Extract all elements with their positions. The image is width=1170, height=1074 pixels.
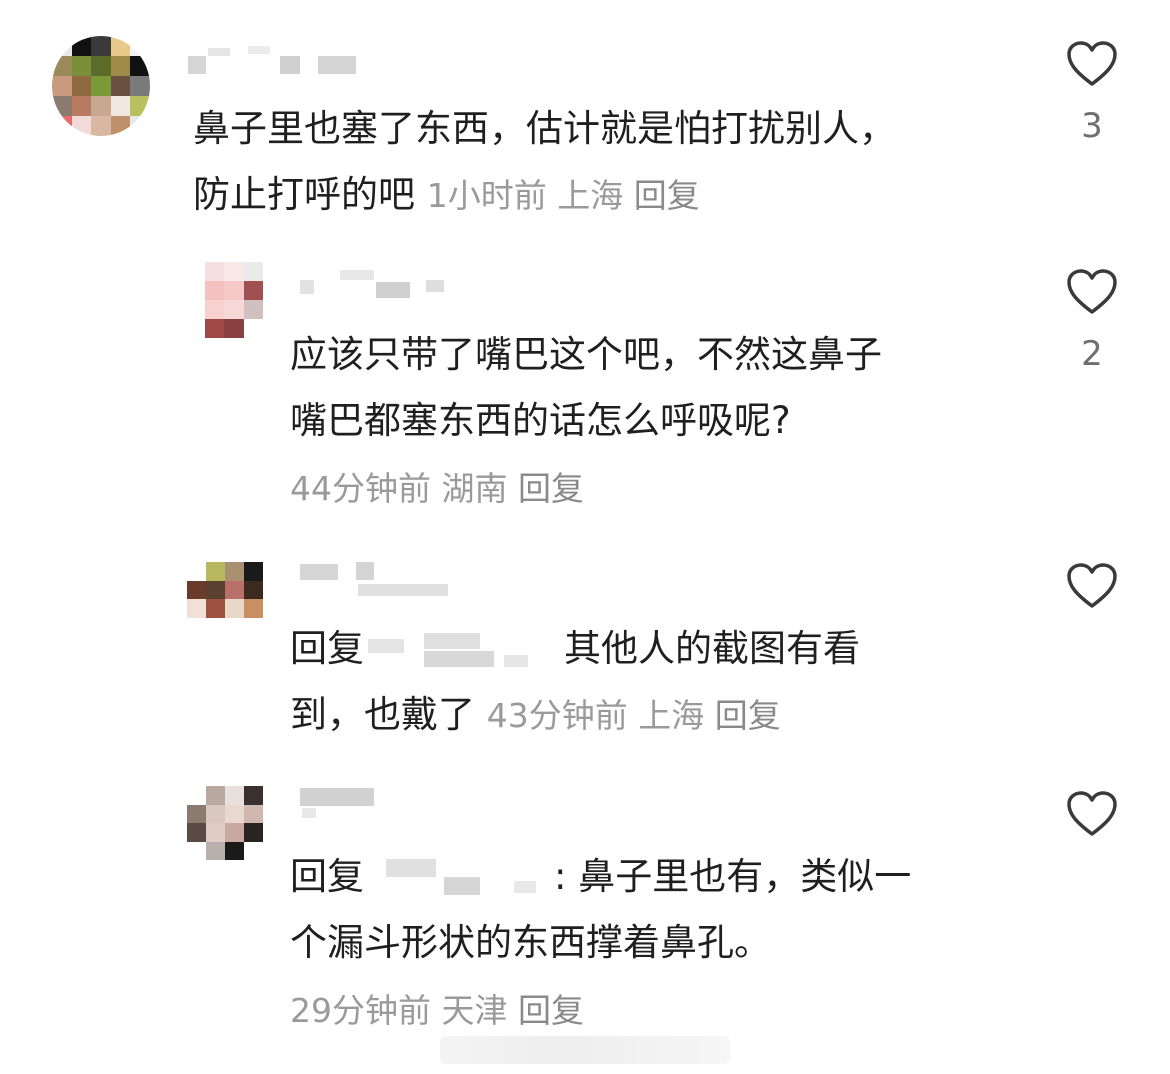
comment-text: 回复 其他人的截图有看 (290, 616, 860, 682)
comment-text-line: : 鼻子里也有，类似一 (554, 855, 912, 898)
comment-time: 29分钟前 (290, 991, 431, 1030)
mention-blurred[interactable] (364, 631, 564, 671)
comment-meta: 43分钟前 上海 回复 (487, 696, 781, 735)
comment-text: 鼻子里也塞了东西，估计就是怕打扰别人， (193, 96, 896, 162)
comment-text: 到，也戴了 43分钟前 上海 回复 (290, 682, 781, 749)
comment-text: 个漏斗形状的东西撑着鼻孔。 (290, 910, 771, 976)
reply-prefix: 回复 (290, 627, 364, 670)
comment-location: 天津 (441, 991, 508, 1030)
comment-meta: 29分钟前 天津 回复 (290, 978, 584, 1044)
like-count: 3 (1081, 106, 1103, 146)
comment-text-line: 个漏斗形状的东西撑着鼻孔。 (290, 921, 771, 964)
comment-meta: 44分钟前 湖南 回复 (290, 456, 584, 522)
comment-text: 防止打呼的吧 1小时前 上海 回复 (193, 162, 700, 229)
username-blurred[interactable] (300, 786, 390, 818)
heart-outline-icon (1067, 791, 1117, 836)
comment-text-line: 防止打呼的吧 (193, 173, 415, 216)
comment-text-line: 鼻子里也塞了东西，估计就是怕打扰别人， (193, 107, 896, 150)
watermark (440, 1036, 730, 1064)
reply-button[interactable]: 回复 (715, 696, 781, 735)
reply-prefix: 回复 (290, 855, 364, 898)
like-button[interactable] (1057, 562, 1127, 628)
avatar[interactable] (205, 262, 263, 338)
comment-time: 1小时前 (426, 176, 547, 215)
reply-button[interactable]: 回复 (518, 991, 584, 1030)
avatar[interactable] (52, 36, 150, 136)
username-blurred[interactable] (300, 562, 450, 596)
reply-button[interactable]: 回复 (634, 176, 700, 215)
comment-text: 应该只带了嘴巴这个吧，不然这鼻子 (290, 322, 882, 388)
avatar[interactable] (187, 562, 263, 618)
comment-text-line: 到，也戴了 (290, 693, 475, 736)
heart-outline-icon (1067, 563, 1117, 608)
comment-time: 44分钟前 (290, 469, 431, 508)
comment-location: 湖南 (441, 469, 508, 508)
comment-text: 回复 : 鼻子里也有，类似一 (290, 844, 911, 910)
like-count: 2 (1081, 334, 1103, 374)
like-button[interactable] (1057, 790, 1127, 856)
comment-location: 上海 (557, 176, 624, 215)
username-blurred[interactable] (300, 268, 450, 298)
reply-button[interactable]: 回复 (518, 469, 584, 508)
comment-location: 上海 (638, 696, 705, 735)
mention-blurred[interactable] (364, 858, 554, 899)
comment-meta: 1小时前 上海 回复 (427, 176, 700, 215)
avatar[interactable] (187, 786, 263, 860)
comment-text-line: 应该只带了嘴巴这个吧，不然这鼻子 (290, 333, 882, 376)
comment-text: 嘴巴都塞东西的话怎么呼吸呢? (290, 388, 791, 454)
comment-time: 43分钟前 (486, 696, 628, 735)
comment-text-line: 其他人的截图有看 (564, 627, 860, 670)
comment-text-line: 嘴巴都塞东西的话怎么呼吸呢? (290, 399, 791, 442)
username-blurred[interactable] (188, 42, 358, 74)
heart-outline-icon (1067, 41, 1117, 86)
like-button[interactable]: 2 (1057, 268, 1127, 374)
like-button[interactable]: 3 (1057, 40, 1127, 146)
heart-outline-icon (1067, 269, 1117, 314)
